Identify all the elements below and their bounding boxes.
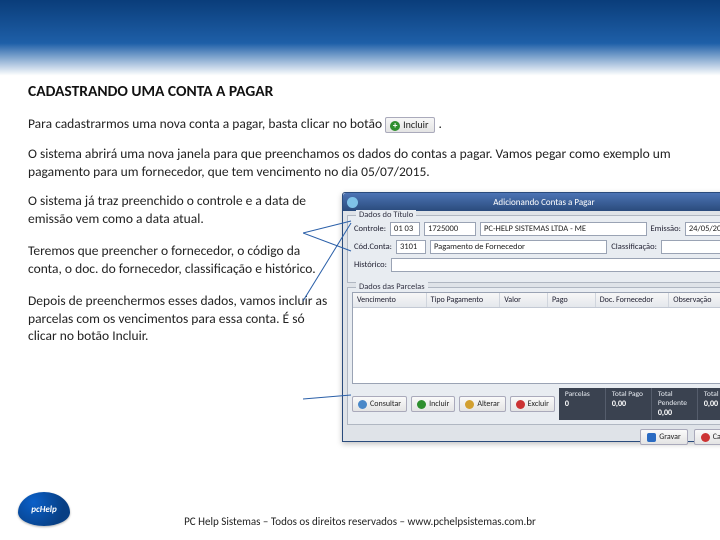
- p1-text-b: .: [439, 115, 442, 132]
- dados-parcelas-legend: Dados das Parcelas: [356, 282, 428, 292]
- brand-logo-text: pcHelp: [31, 504, 57, 515]
- total-total: Total0,00: [697, 388, 720, 420]
- edit-icon: [465, 400, 474, 409]
- parcelas-toolbar: Consultar Incluir Alterar Excluir Parcel…: [348, 384, 720, 424]
- col-observacao[interactable]: Observação: [669, 293, 720, 307]
- dados-parcelas-group: Dados das Parcelas Vencimento Tipo Pagam…: [347, 287, 720, 425]
- cancelar-label: Cancelar: [713, 432, 720, 442]
- save-icon: [647, 433, 656, 442]
- parcelas-body: [353, 308, 720, 383]
- incluir-label: Incluir: [429, 399, 449, 409]
- window-titlebar: Adicionando Contas a Pagar ✕: [343, 193, 720, 211]
- controle-field-a[interactable]: 01 03: [390, 222, 420, 236]
- p1-text-a: Para cadastrarmos uma nova conta a pagar…: [28, 115, 385, 132]
- side-p1: O sistema já traz preenchido o controle …: [28, 192, 328, 228]
- total-pendente: Total Pendente0,00: [651, 388, 697, 420]
- gravar-label: Gravar: [659, 432, 681, 442]
- col-tipo-pagamento[interactable]: Tipo Pagamento: [427, 293, 501, 307]
- paragraph-2: O sistema abrirá uma nova janela para qu…: [28, 145, 692, 181]
- plus-icon: [417, 400, 426, 409]
- incluir-inline-button[interactable]: +Incluir: [385, 117, 435, 133]
- emissao-field[interactable]: 24/05/2015: [685, 222, 720, 236]
- classificacao-field[interactable]: [661, 240, 720, 254]
- cancel-icon: [701, 433, 710, 442]
- excluir-button[interactable]: Excluir: [510, 396, 555, 412]
- historico-field[interactable]: [391, 258, 720, 272]
- total-pago: Total Pago0,00: [605, 388, 651, 420]
- historico-label: Histórico:: [354, 260, 387, 270]
- side-p2: Teremos que preencher o fornecedor, o có…: [28, 242, 328, 278]
- window-action-bar: Gravar Cancelar: [343, 425, 720, 449]
- col-valor[interactable]: Valor: [500, 293, 548, 307]
- plus-icon: +: [390, 121, 400, 131]
- fornecedor-field[interactable]: PC-HELP SISTEMAS LTDA - ME: [480, 222, 646, 236]
- page-title: CADASTRANDO UMA CONTA A PAGAR: [28, 82, 692, 101]
- consultar-label: Consultar: [370, 399, 401, 409]
- parcelas-header: Vencimento Tipo Pagamento Valor Pago Doc…: [353, 293, 720, 308]
- excluir-label: Excluir: [528, 399, 549, 409]
- footer-text: PC Help Sistemas – Todos os direitos res…: [0, 515, 720, 528]
- window-title: Adicionando Contas a Pagar: [362, 197, 720, 208]
- codconta-field-a[interactable]: 3101: [396, 240, 426, 254]
- emissao-label: Emissão:: [651, 224, 681, 234]
- incluir-button[interactable]: Incluir: [411, 396, 455, 412]
- parcelas-table: Vencimento Tipo Pagamento Valor Pago Doc…: [352, 292, 720, 384]
- consultar-button[interactable]: Consultar: [352, 396, 407, 412]
- col-doc-fornecedor[interactable]: Doc. Fornecedor: [596, 293, 670, 307]
- dados-titulo-group: Dados do Título Controle: 01 03 1725000 …: [347, 215, 720, 283]
- classificacao-label: Classificação:: [611, 242, 657, 252]
- delete-icon: [516, 400, 525, 409]
- dados-titulo-legend: Dados do Título: [356, 210, 416, 220]
- controle-field-b[interactable]: 1725000: [424, 222, 476, 236]
- app-window: Adicionando Contas a Pagar ✕ Dados do Tí…: [342, 192, 720, 442]
- total-parcelas: Parcelas0: [559, 388, 605, 420]
- cancelar-button[interactable]: Cancelar: [694, 429, 720, 445]
- col-pago[interactable]: Pago: [548, 293, 596, 307]
- window-app-icon: [347, 197, 358, 208]
- controle-label: Controle:: [354, 224, 386, 234]
- side-p3: Depois de preenchermos esses dados, vamo…: [28, 292, 328, 345]
- search-icon: [358, 400, 367, 409]
- totals-bar: Parcelas0 Total Pago0,00 Total Pendente0…: [559, 388, 720, 420]
- alterar-button[interactable]: Alterar: [459, 396, 505, 412]
- codconta-field-b[interactable]: Pagamento de Fornecedor: [430, 240, 607, 254]
- gravar-button[interactable]: Gravar: [640, 429, 688, 445]
- paragraph-1: Para cadastrarmos uma nova conta a pagar…: [28, 115, 692, 133]
- col-vencimento[interactable]: Vencimento: [353, 293, 427, 307]
- alterar-label: Alterar: [477, 399, 499, 409]
- codconta-label: Cód.Conta:: [354, 242, 392, 252]
- incluir-inline-label: Incluir: [403, 118, 428, 131]
